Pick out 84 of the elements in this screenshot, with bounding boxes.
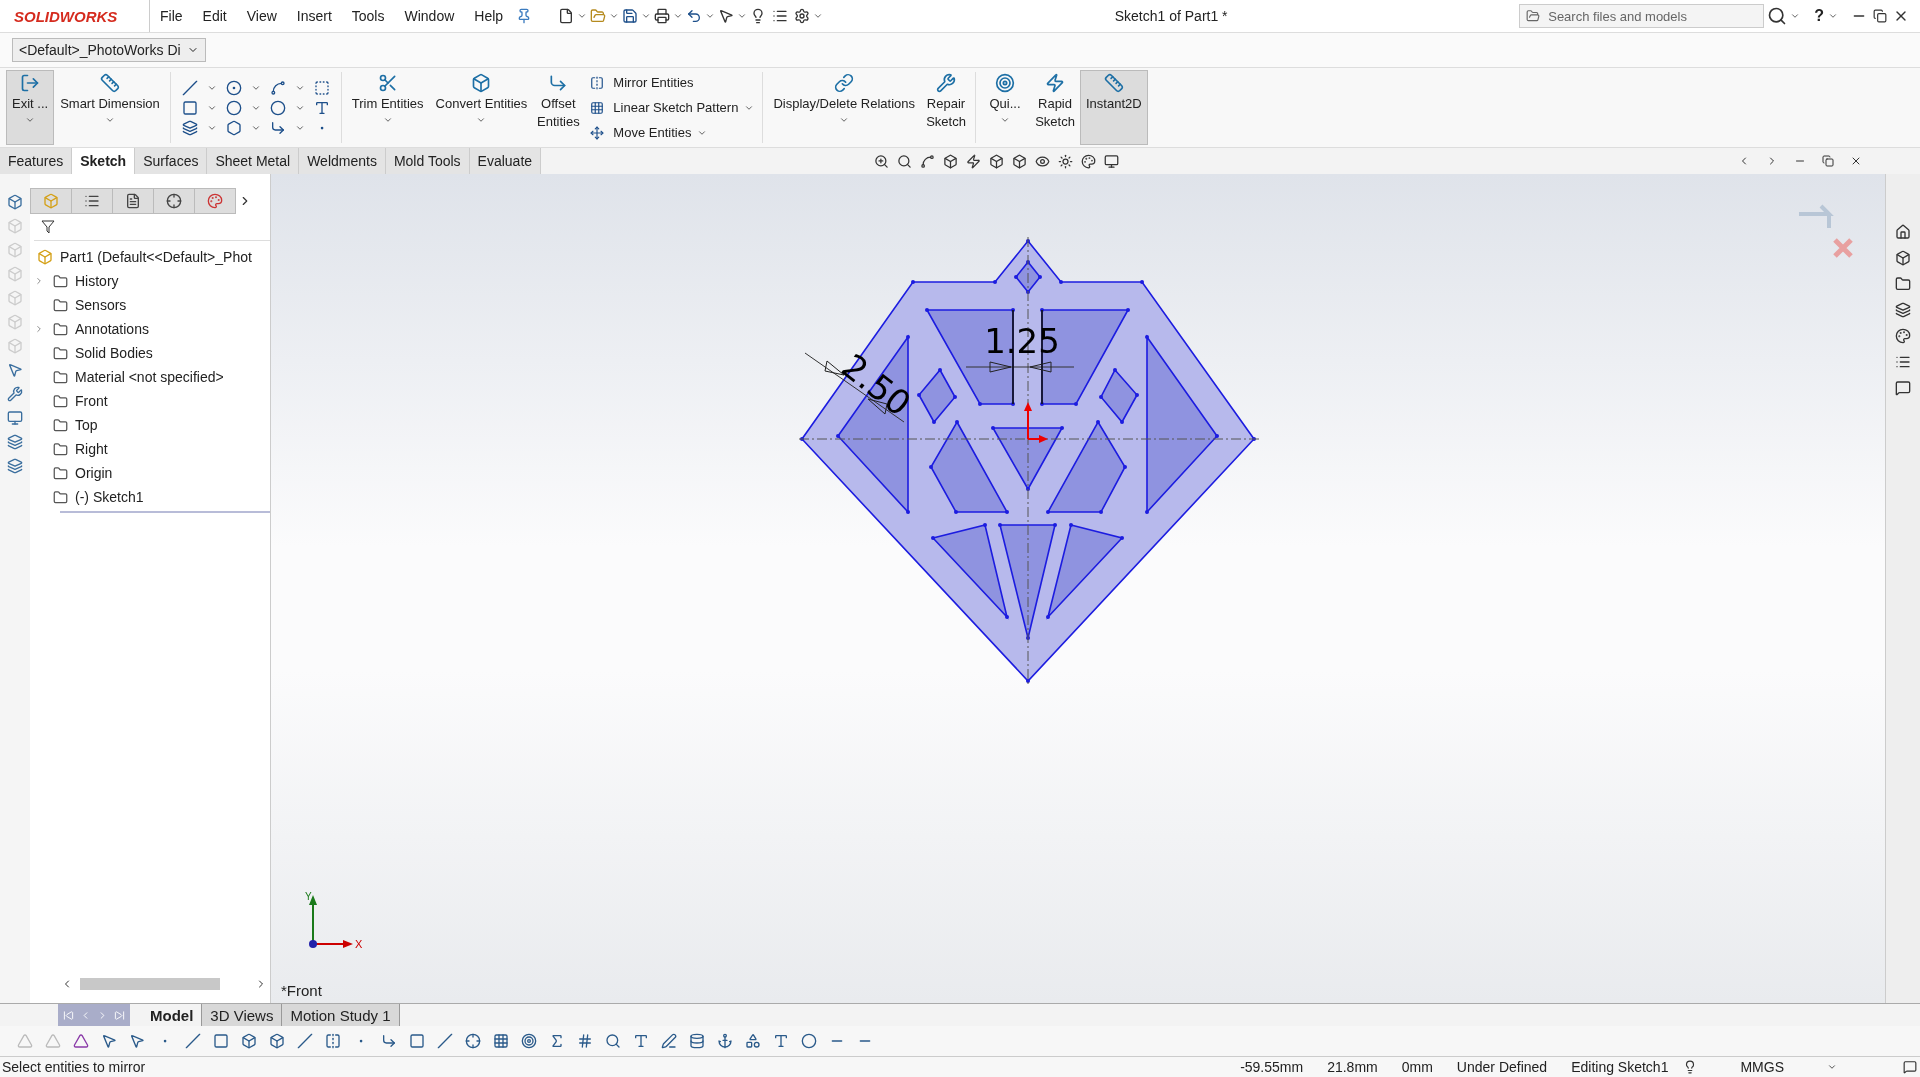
tree-item[interactable]: (-) Sketch1 bbox=[30, 485, 270, 509]
ribbon-button[interactable]: Instant2D bbox=[1080, 70, 1148, 145]
caret-icon[interactable] bbox=[382, 115, 393, 125]
help-button[interactable]: ? bbox=[1800, 7, 1828, 25]
ribbon-button[interactable]: Display/Delete Relations bbox=[767, 70, 921, 145]
model-tab[interactable]: Motion Study 1 bbox=[282, 1004, 400, 1026]
caret-icon[interactable] bbox=[577, 11, 588, 21]
ribbon-command[interactable]: Move Entities bbox=[613, 125, 692, 140]
filter-icon[interactable] bbox=[38, 220, 58, 234]
caret-icon[interactable] bbox=[737, 11, 748, 21]
dimxpert-tab[interactable] bbox=[153, 188, 195, 214]
search-box[interactable]: Search files and models bbox=[1519, 4, 1765, 28]
status-field: 0mm bbox=[1389, 1059, 1445, 1075]
scrollbar-thumb[interactable] bbox=[80, 978, 220, 990]
caret-icon[interactable] bbox=[705, 11, 716, 21]
command-tab[interactable]: Sketch bbox=[72, 148, 136, 174]
command-tab[interactable]: Features bbox=[0, 148, 73, 174]
ribbon-button[interactable]: Trim Entities bbox=[345, 70, 430, 145]
caret-icon[interactable] bbox=[1828, 11, 1838, 21]
menu-item[interactable]: Window bbox=[394, 8, 465, 24]
caret-icon[interactable] bbox=[1790, 11, 1801, 21]
command-tab[interactable]: Mold Tools bbox=[385, 148, 470, 174]
configuration-dropdown[interactable]: <Default>_PhotoWorks Di bbox=[12, 38, 206, 62]
model-tab[interactable]: 3D Views bbox=[202, 1004, 283, 1026]
configuration-tab[interactable] bbox=[112, 188, 154, 214]
document-icon[interactable] bbox=[125, 193, 141, 209]
command-tab[interactable]: Sheet Metal bbox=[207, 148, 300, 174]
ribbon-button[interactable]: Offset Entities bbox=[533, 70, 584, 145]
view-label: *Front bbox=[281, 982, 322, 999]
caret-icon[interactable] bbox=[476, 115, 487, 125]
menu-item[interactable]: Insert bbox=[286, 8, 342, 24]
ribbon-button[interactable]: Exit ... bbox=[6, 70, 55, 145]
caret-icon[interactable] bbox=[673, 11, 684, 21]
menu-item[interactable]: Edit bbox=[192, 8, 237, 24]
menu-item[interactable]: Help bbox=[464, 8, 514, 24]
caret-icon[interactable] bbox=[104, 115, 115, 125]
tree-item[interactable]: History bbox=[30, 269, 270, 293]
caret-icon[interactable] bbox=[641, 11, 652, 21]
app-logo: SOLIDWORKS bbox=[0, 0, 150, 32]
command-tab[interactable]: Weldments bbox=[299, 148, 386, 174]
menu-item[interactable]: File bbox=[150, 8, 193, 24]
tree-item[interactable]: Origin bbox=[30, 461, 270, 485]
ribbon-command[interactable]: Mirror Entities bbox=[613, 75, 694, 90]
command-tab[interactable]: Surfaces bbox=[135, 148, 208, 174]
caret-icon[interactable] bbox=[1000, 115, 1010, 125]
tree-item[interactable]: Front bbox=[30, 389, 270, 413]
restore-icon[interactable] bbox=[1819, 155, 1837, 167]
tree-root[interactable]: Part1 (Default<<Default>_Phot bbox=[30, 245, 270, 269]
cutout-shape bbox=[1014, 260, 1042, 294]
window-title: Sketch1 of Part1 * bbox=[1113, 8, 1229, 24]
origin-arrows-drawing bbox=[1024, 402, 1048, 443]
menu-item[interactable]: Tools bbox=[341, 8, 395, 24]
status-field: -59.55mm bbox=[1228, 1059, 1316, 1075]
search-field[interactable]: Search files and models bbox=[1546, 7, 1721, 25]
status-field: Under Defined bbox=[1444, 1059, 1560, 1075]
ribbon-button[interactable]: Repair Sketch bbox=[921, 70, 971, 145]
status-field: 21.8mm bbox=[1315, 1059, 1390, 1075]
list-icon[interactable] bbox=[84, 193, 100, 209]
status-message: Select entities to mirror bbox=[1, 1059, 147, 1075]
ribbon-button[interactable]: Convert Entities bbox=[429, 70, 534, 145]
palette-icon[interactable] bbox=[207, 193, 223, 209]
display-tab[interactable] bbox=[194, 188, 236, 214]
menu-item[interactable]: View bbox=[236, 8, 287, 24]
folder-icon[interactable] bbox=[1526, 9, 1541, 23]
command-tab[interactable]: Evaluate bbox=[469, 148, 542, 174]
tree-item[interactable]: Annotations bbox=[30, 317, 270, 341]
tree-item[interactable]: Top bbox=[30, 413, 270, 437]
caret-icon[interactable] bbox=[25, 115, 36, 125]
ribbon-command[interactable]: Linear Sketch Pattern bbox=[613, 100, 739, 115]
caret-icon[interactable] bbox=[839, 115, 850, 125]
tree-item[interactable]: Right bbox=[30, 437, 270, 461]
axis-triad-drawing: Y X bbox=[305, 891, 363, 950]
unit-system[interactable]: MMGS bbox=[1700, 1059, 1824, 1075]
status-field: Editing Sketch1 bbox=[1559, 1059, 1681, 1075]
ribbon-button[interactable]: Rapid Sketch bbox=[1030, 70, 1080, 145]
tree-item[interactable]: Solid Bodies bbox=[30, 341, 270, 365]
caret-icon[interactable] bbox=[609, 11, 620, 21]
tree-item[interactable]: Material <not specified> bbox=[30, 365, 270, 389]
property-tab[interactable] bbox=[71, 188, 113, 214]
caret-icon[interactable] bbox=[813, 11, 824, 21]
tree-item[interactable]: Sensors bbox=[30, 293, 270, 317]
ribbon-button[interactable]: Qui... bbox=[980, 70, 1030, 145]
ribbon-button[interactable]: Smart Dimension bbox=[54, 70, 166, 145]
crosshair-icon[interactable] bbox=[166, 193, 182, 209]
